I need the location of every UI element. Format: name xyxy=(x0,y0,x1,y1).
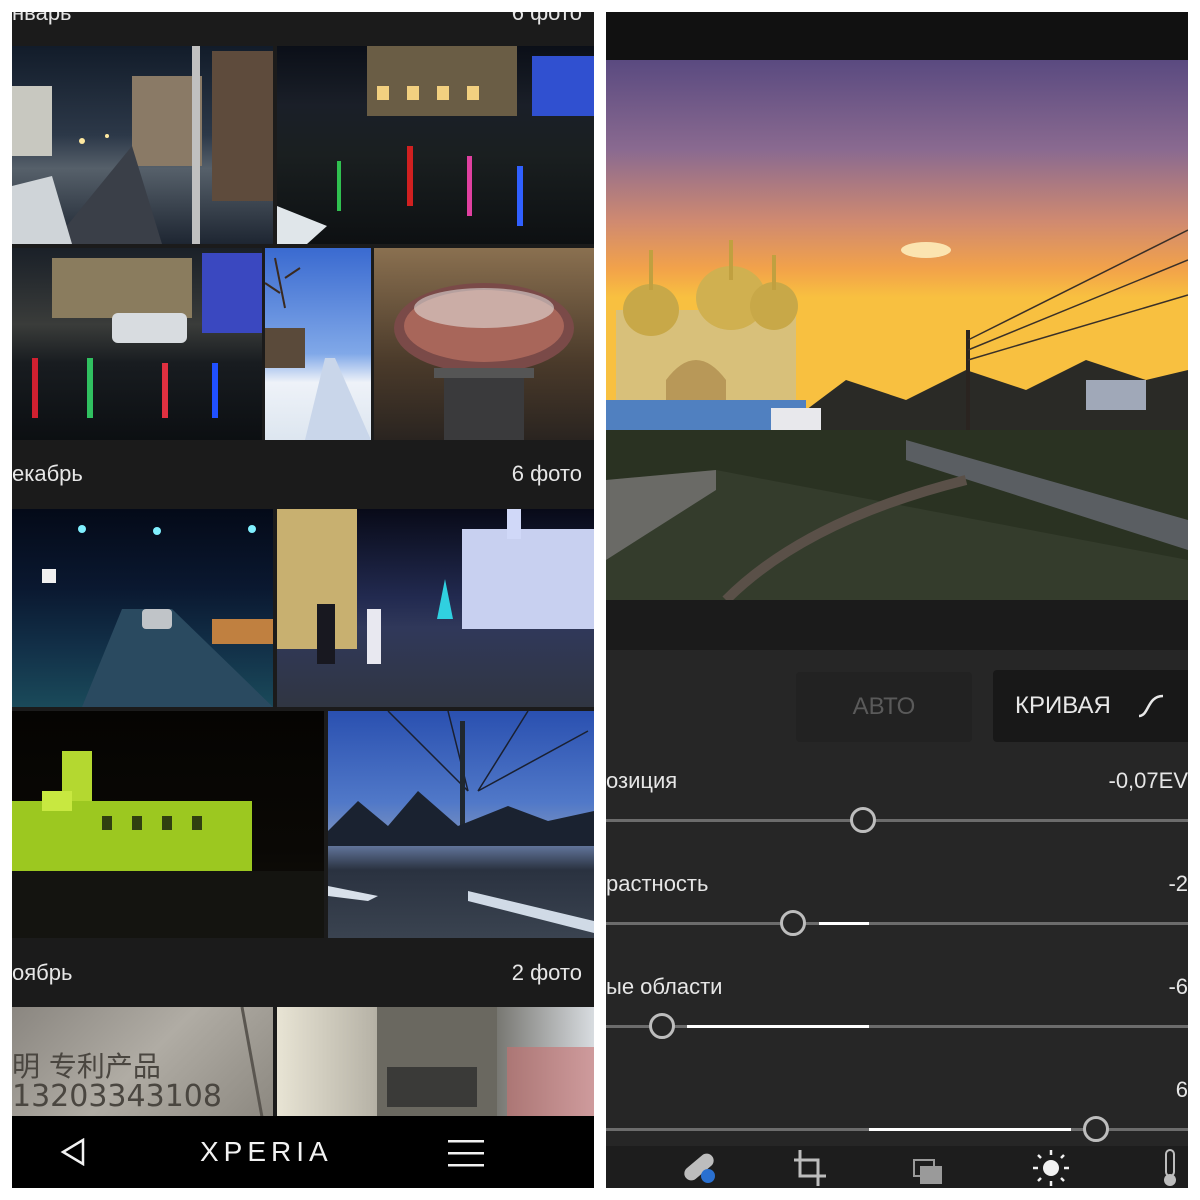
section-month: нварь xyxy=(12,12,72,25)
photo-thumbnail[interactable] xyxy=(328,711,594,938)
section-count: 6 фото xyxy=(511,12,582,25)
editor-top-bar xyxy=(606,12,1188,60)
photo-thumbnail[interactable]: 明 专利产品 13203343108 xyxy=(12,1007,273,1117)
photo-thumbnail[interactable] xyxy=(277,46,594,244)
section-header-january: нварь 6 фото xyxy=(12,12,594,44)
menu-lines-icon[interactable] xyxy=(448,1138,484,1168)
crop-rotate-icon[interactable] xyxy=(780,1146,840,1188)
photo-thumbnail[interactable] xyxy=(265,248,371,440)
curve-button[interactable]: КРИВАЯ xyxy=(993,670,1188,742)
auto-button[interactable]: АВТО xyxy=(796,672,972,742)
photo-thumbnail[interactable] xyxy=(12,509,273,707)
photo-thumbnail[interactable] xyxy=(277,509,594,707)
exposure-label: озиция xyxy=(606,768,678,793)
highlights-slider-fill xyxy=(687,1025,869,1028)
curve-button-label: КРИВАЯ xyxy=(1015,692,1111,719)
contrast-slider-knob[interactable] xyxy=(780,910,806,936)
shadows-value: 6 xyxy=(1175,1077,1188,1102)
photo-thumbnail[interactable] xyxy=(12,711,324,938)
brand-logo: XPERIA xyxy=(200,1136,333,1167)
shadows-slider-fill xyxy=(869,1128,1071,1131)
section-count: 6 фото xyxy=(511,461,582,486)
back-triangle-icon[interactable] xyxy=(60,1138,86,1166)
editor-toolbar xyxy=(606,1146,1188,1188)
photo-thumbnail[interactable] xyxy=(277,1007,594,1117)
system-navbar: XPERIA xyxy=(12,1116,594,1188)
section-header-december: екабрь 6 фото xyxy=(12,445,594,505)
section-month: екабрь xyxy=(12,461,83,486)
layers-icon[interactable] xyxy=(900,1146,960,1188)
section-header-november: оябрь 2 фото xyxy=(12,944,594,1004)
editor-panel: АВТО КРИВАЯ озиция -0,07EV растность -2 … xyxy=(606,12,1188,1188)
contrast-value: -2 xyxy=(1168,871,1188,896)
section-count: 2 фото xyxy=(511,960,582,985)
section-month: оябрь xyxy=(12,960,73,985)
exposure-slider-knob[interactable] xyxy=(850,807,876,833)
contrast-slider-fill xyxy=(819,922,869,925)
highlights-value: -6 xyxy=(1168,974,1188,999)
exposure-slider-track[interactable] xyxy=(606,819,1188,822)
contrast-label: растность xyxy=(606,871,709,896)
contrast-slider-track[interactable] xyxy=(606,922,1188,925)
curve-icon xyxy=(1138,694,1164,718)
photo-thumbnail[interactable] xyxy=(374,248,594,440)
shadows-slider-knob[interactable] xyxy=(1083,1116,1109,1142)
healing-bandage-icon[interactable] xyxy=(668,1146,728,1188)
temperature-icon[interactable] xyxy=(1142,1146,1188,1188)
photo-thumbnail[interactable] xyxy=(12,46,273,244)
light-sun-icon[interactable] xyxy=(1020,1146,1080,1188)
exposure-value: -0,07EV xyxy=(1108,768,1189,793)
gallery-panel: нварь 6 фото екабрь 6 фото оябрь 2 фото … xyxy=(12,12,594,1188)
highlights-label: ые области xyxy=(606,974,723,999)
photo-thumbnail[interactable] xyxy=(12,248,262,440)
highlights-slider-knob[interactable] xyxy=(649,1013,675,1039)
edited-photo[interactable] xyxy=(606,60,1188,600)
plate-text-line2: 13203343108 xyxy=(12,1079,222,1114)
